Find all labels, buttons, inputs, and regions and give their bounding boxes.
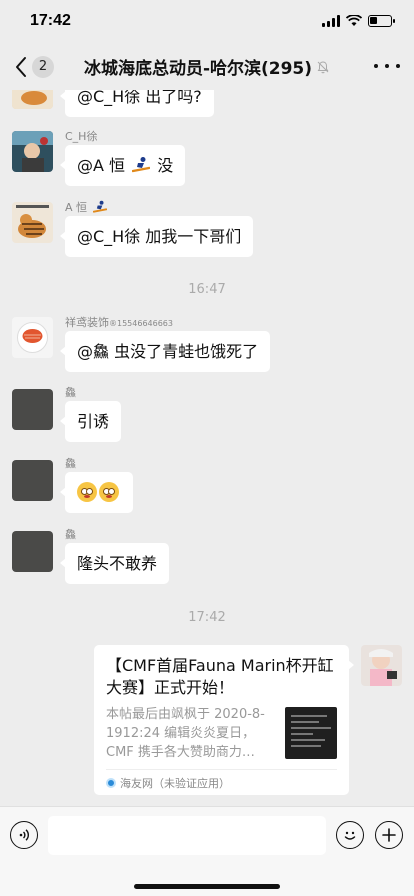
- child-photo-avatar-icon: [361, 645, 402, 686]
- snowboarder-icon: [132, 157, 151, 173]
- link-card-thumbnail: [285, 707, 337, 759]
- dot-icon: [396, 64, 400, 68]
- signal-icon: [322, 15, 340, 27]
- emoji-button[interactable]: [336, 821, 364, 849]
- sender-name: A 恒: [65, 199, 109, 215]
- message-bubble[interactable]: @C_H徐 加我一下哥们: [59, 216, 254, 257]
- photo-avatar-icon: [12, 131, 53, 172]
- message-text: 没: [157, 156, 174, 175]
- flushed-face-icon: [99, 482, 119, 502]
- timestamp-divider: 17:42: [188, 610, 226, 625]
- my-avatar[interactable]: [361, 645, 402, 686]
- home-indicator: [134, 884, 280, 889]
- battery-icon: [368, 15, 395, 27]
- link-card-description: 本帖最后由飒枫于 2020-8-1912:24 编辑炎炎夏日，CMF 携手各大赞…: [106, 707, 265, 760]
- more-actions-button[interactable]: [375, 821, 403, 849]
- chat-title: 冰城海底总动员-哈尔滨(295): [83, 59, 313, 79]
- message-bubble[interactable]: 引诱: [59, 401, 122, 442]
- snowboarder-icon: [92, 200, 107, 213]
- avatar[interactable]: [12, 317, 53, 358]
- status-icons: [322, 15, 395, 27]
- avatar[interactable]: [12, 389, 53, 430]
- avatar[interactable]: [12, 531, 53, 572]
- more-options-button[interactable]: [374, 56, 400, 76]
- divider: [106, 769, 337, 770]
- mute-bell-icon: [317, 60, 329, 73]
- flushed-face-icon: [77, 482, 97, 502]
- timestamp-divider: 16:47: [188, 282, 226, 297]
- shared-link-card[interactable]: 【CMF首届Fauna Marin杯开缸大赛】正式开始！ 本帖最后由飒枫于 20…: [94, 645, 354, 795]
- message-bubble[interactable]: @C_H徐 出了吗?: [60, 90, 214, 117]
- message-list[interactable]: @C_H徐 出了吗? C_H徐 @A 恒 没 A 恒 @C_H徐 加我一下哥们 …: [0, 90, 414, 806]
- app-source-icon: [106, 778, 116, 788]
- wifi-icon: [346, 15, 362, 26]
- chat-title-area[interactable]: 冰城海底总动员-哈尔滨(295): [70, 54, 344, 79]
- dot-icon: [385, 64, 389, 68]
- message-bubble[interactable]: @A 恒 没: [59, 145, 186, 186]
- tiger-avatar-icon: [12, 90, 53, 109]
- status-bar: 17:42: [0, 0, 414, 44]
- avatar[interactable]: [12, 460, 53, 501]
- link-card-source: 海友网（未验证应用）: [106, 775, 230, 791]
- voice-input-button[interactable]: [10, 821, 38, 849]
- message-bubble[interactable]: 隆头不敢养: [59, 543, 170, 584]
- battery-level: [370, 17, 377, 24]
- avatar[interactable]: [12, 90, 53, 109]
- tiger-avatar-icon: [12, 202, 53, 243]
- message-input[interactable]: [48, 816, 326, 855]
- dot-icon: [374, 64, 378, 68]
- fish-steak-avatar-icon: [12, 317, 53, 358]
- chat-input-bar: [0, 806, 414, 896]
- status-time: 17:42: [30, 12, 71, 29]
- sender-name: 祥鸢装饰®15546646663: [65, 316, 173, 329]
- message-bubble[interactable]: [60, 472, 133, 513]
- message-text: @A 恒: [77, 156, 126, 175]
- smiley-icon: [344, 831, 356, 840]
- plus-icon: [382, 828, 396, 842]
- link-card-title: 【CMF首届Fauna Marin杯开缸大赛】正式开始！: [106, 656, 334, 697]
- sender-name: 鱻: [65, 457, 76, 470]
- unread-count-badge[interactable]: 2: [32, 56, 54, 78]
- sender-name: C_H徐: [65, 130, 98, 143]
- back-button[interactable]: [10, 54, 34, 80]
- avatar[interactable]: [12, 202, 53, 243]
- voice-icon: [19, 829, 30, 841]
- sender-name: 鱻: [65, 386, 76, 399]
- avatar[interactable]: [12, 131, 53, 172]
- sender-name: 鱻: [65, 528, 76, 541]
- chat-header: 2 冰城海底总动员-哈尔滨(295): [0, 44, 414, 90]
- message-bubble[interactable]: @鱻 虫没了青蛙也饿死了: [59, 331, 271, 372]
